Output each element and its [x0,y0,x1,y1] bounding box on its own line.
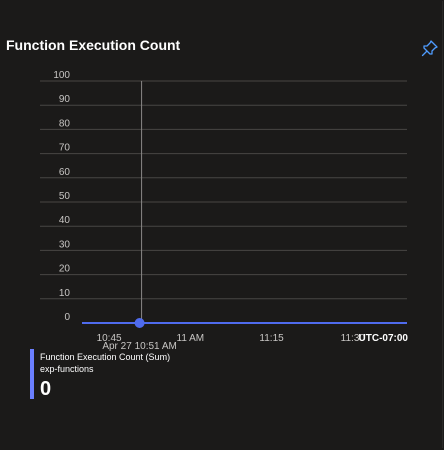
y-tick-label: 0 [64,312,70,323]
y-tick-label: 30 [59,239,71,250]
legend-resource-name: exp-functions [40,364,94,374]
y-tick-label: 90 [59,94,71,105]
y-tick-label: 20 [59,264,71,275]
legend-value: 0 [40,378,52,400]
y-tick-label: 50 [59,191,71,202]
timezone-label: UTC-07:00 [359,333,409,344]
y-tick-label: 70 [59,143,71,154]
hover-data-point [134,318,145,328]
y-tick-label: 100 [53,70,70,81]
y-tick-label: 60 [59,167,71,178]
legend-color-swatch [30,349,34,399]
y-tick-label: 10 [59,288,71,299]
x-tick-label: 11:15 [259,333,284,344]
y-tick-label: 80 [59,118,71,129]
legend-metric-name: Function Execution Count (Sum) [40,352,171,362]
x-tick-label: 11 AM [177,333,205,344]
y-tick-label: 40 [59,215,71,226]
